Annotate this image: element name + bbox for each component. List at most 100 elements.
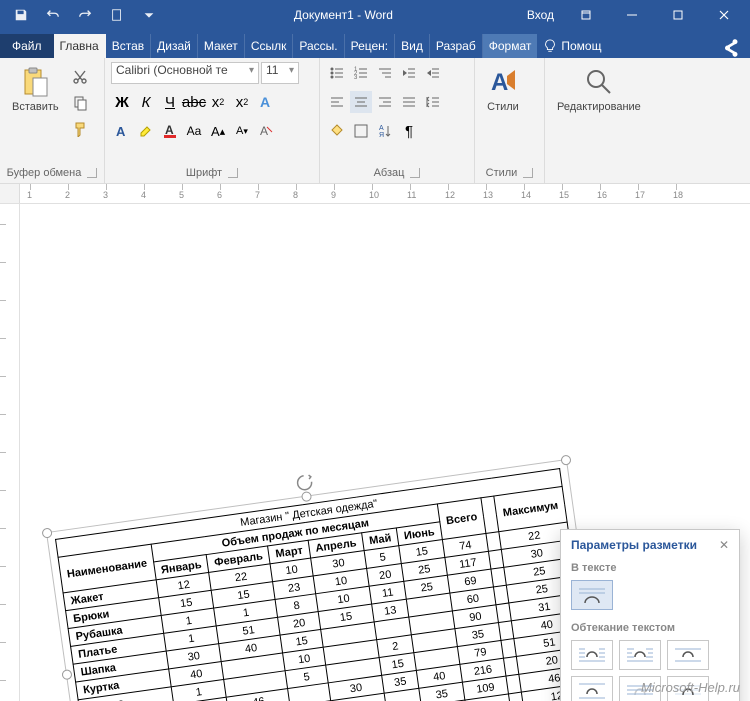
layout-opt-inline[interactable]	[571, 580, 613, 610]
title-bar: Документ1 - Word Вход	[0, 0, 750, 30]
ruler-tick: 13	[483, 190, 493, 200]
clipboard-launcher[interactable]	[87, 168, 97, 178]
qat-customize-icon[interactable]	[138, 4, 160, 26]
tell-me[interactable]: Помощ	[537, 34, 607, 58]
borders-icon[interactable]	[350, 120, 372, 142]
redo-icon[interactable]	[74, 4, 96, 26]
tell-me-label: Помощ	[561, 39, 601, 53]
layout-opt-topbottom[interactable]	[571, 676, 613, 701]
layout-options-close-icon[interactable]: ✕	[719, 538, 729, 552]
tab-developer[interactable]: Разраб	[430, 34, 483, 58]
tab-mailings[interactable]: Рассы.	[293, 34, 344, 58]
handle-tm[interactable]	[301, 491, 312, 502]
shading-icon[interactable]	[326, 120, 348, 142]
subscript-icon[interactable]: x2	[207, 91, 229, 113]
line-spacing-icon[interactable]	[422, 91, 444, 113]
maximize-icon[interactable]	[658, 0, 698, 30]
ruler-tick: 14	[521, 190, 531, 200]
text-effect2-icon[interactable]: A	[111, 120, 133, 142]
bullets-icon[interactable]	[326, 62, 348, 84]
align-left-icon[interactable]	[326, 91, 348, 113]
ribbon: Вставить Буфер обмена Calibri (Основной …	[0, 58, 750, 184]
editing-button[interactable]: Редактирование	[551, 62, 647, 117]
paste-icon	[19, 66, 51, 98]
ruler-tick: 7	[255, 190, 260, 200]
ruler-tick: 15	[559, 190, 569, 200]
tab-format[interactable]: Формат	[483, 34, 538, 58]
ruler-tick: 8	[293, 190, 298, 200]
styles-launcher[interactable]	[523, 168, 533, 178]
copy-icon[interactable]	[69, 92, 91, 114]
styles-button[interactable]: A Стили	[481, 62, 525, 117]
minimize-icon[interactable]	[612, 0, 652, 30]
layout-opt-square[interactable]	[571, 640, 613, 670]
group-styles-label: Стили	[486, 167, 518, 179]
paragraph-launcher[interactable]	[410, 168, 420, 178]
multilevel-icon[interactable]	[374, 62, 396, 84]
decrease-indent-icon[interactable]	[398, 62, 420, 84]
shrink-font-icon[interactable]: A▾	[231, 120, 253, 142]
align-center-icon[interactable]	[350, 91, 372, 113]
font-launcher[interactable]	[228, 168, 238, 178]
tab-layout[interactable]: Макет	[198, 34, 245, 58]
font-name-combo[interactable]: Calibri (Основной те	[111, 62, 259, 84]
tab-review[interactable]: Рецен:	[345, 34, 396, 58]
group-font: Calibri (Основной те 11 Ж К Ч abc x2 x2 …	[105, 58, 320, 183]
ribbon-display-icon[interactable]	[566, 0, 606, 30]
strikethrough-icon[interactable]: abc	[183, 91, 205, 113]
share-icon[interactable]	[720, 38, 740, 58]
ruler-horizontal[interactable]: 123456789101112131415161718	[0, 184, 750, 204]
tab-insert[interactable]: Встав	[106, 34, 151, 58]
handle-ml[interactable]	[61, 669, 72, 680]
cut-icon[interactable]	[69, 66, 91, 88]
styles-label: Стили	[487, 101, 519, 113]
document-title: Документ1 - Word	[160, 8, 527, 22]
svg-text:A: A	[491, 69, 508, 96]
watermark: Microsoft-Help.ru	[641, 680, 740, 695]
close-icon[interactable]	[704, 0, 744, 30]
text-effects-icon[interactable]: A	[255, 91, 277, 113]
tab-home[interactable]: Главна	[54, 34, 106, 58]
login-link[interactable]: Вход	[527, 8, 554, 22]
grow-font-icon[interactable]: A▴	[207, 120, 229, 142]
align-right-icon[interactable]	[374, 91, 396, 113]
layout-options-title: Параметры разметки	[571, 538, 697, 552]
change-case-icon[interactable]: Aa	[183, 120, 205, 142]
numbering-icon[interactable]: 123	[350, 62, 372, 84]
superscript-icon[interactable]: x2	[231, 91, 253, 113]
tab-design[interactable]: Дизай	[151, 34, 198, 58]
format-painter-icon[interactable]	[69, 118, 91, 140]
tab-references[interactable]: Ссылк	[245, 34, 294, 58]
italic-icon[interactable]: К	[135, 91, 157, 113]
font-size-combo[interactable]: 11	[261, 62, 299, 84]
layout-opt-tight[interactable]	[619, 640, 661, 670]
font-color-icon[interactable]: A	[159, 120, 181, 142]
sort-icon[interactable]: AЯ	[374, 120, 396, 142]
table-object[interactable]: Магазин " Детская одежда"НаименованиеОбъ…	[55, 468, 598, 701]
layout-opt-through[interactable]	[667, 640, 709, 670]
ruler-vertical[interactable]	[0, 204, 20, 701]
editing-label: Редактирование	[557, 101, 641, 113]
ruler-tick: 17	[635, 190, 645, 200]
new-doc-icon[interactable]	[106, 4, 128, 26]
undo-icon[interactable]	[42, 4, 64, 26]
paste-label: Вставить	[12, 101, 59, 113]
highlight-icon[interactable]	[135, 120, 157, 142]
data-table: Магазин " Детская одежда"НаименованиеОбъ…	[55, 468, 598, 701]
clear-format-icon[interactable]: A	[255, 120, 277, 142]
ruler-tick: 10	[369, 190, 379, 200]
save-icon[interactable]	[10, 4, 32, 26]
handle-tl[interactable]	[41, 527, 52, 538]
tab-view[interactable]: Вид	[395, 34, 430, 58]
bold-icon[interactable]: Ж	[111, 91, 133, 113]
show-marks-icon[interactable]: ¶	[398, 120, 420, 142]
increase-indent-icon[interactable]	[422, 62, 444, 84]
justify-icon[interactable]	[398, 91, 420, 113]
paste-button[interactable]: Вставить	[6, 62, 65, 117]
tab-file[interactable]: Файл	[0, 34, 54, 58]
handle-tr[interactable]	[560, 454, 571, 465]
underline-icon[interactable]: Ч	[159, 91, 181, 113]
group-paragraph-label: Абзац	[374, 167, 405, 179]
rotation-handle[interactable]	[294, 473, 314, 493]
ruler-tick: 12	[445, 190, 455, 200]
